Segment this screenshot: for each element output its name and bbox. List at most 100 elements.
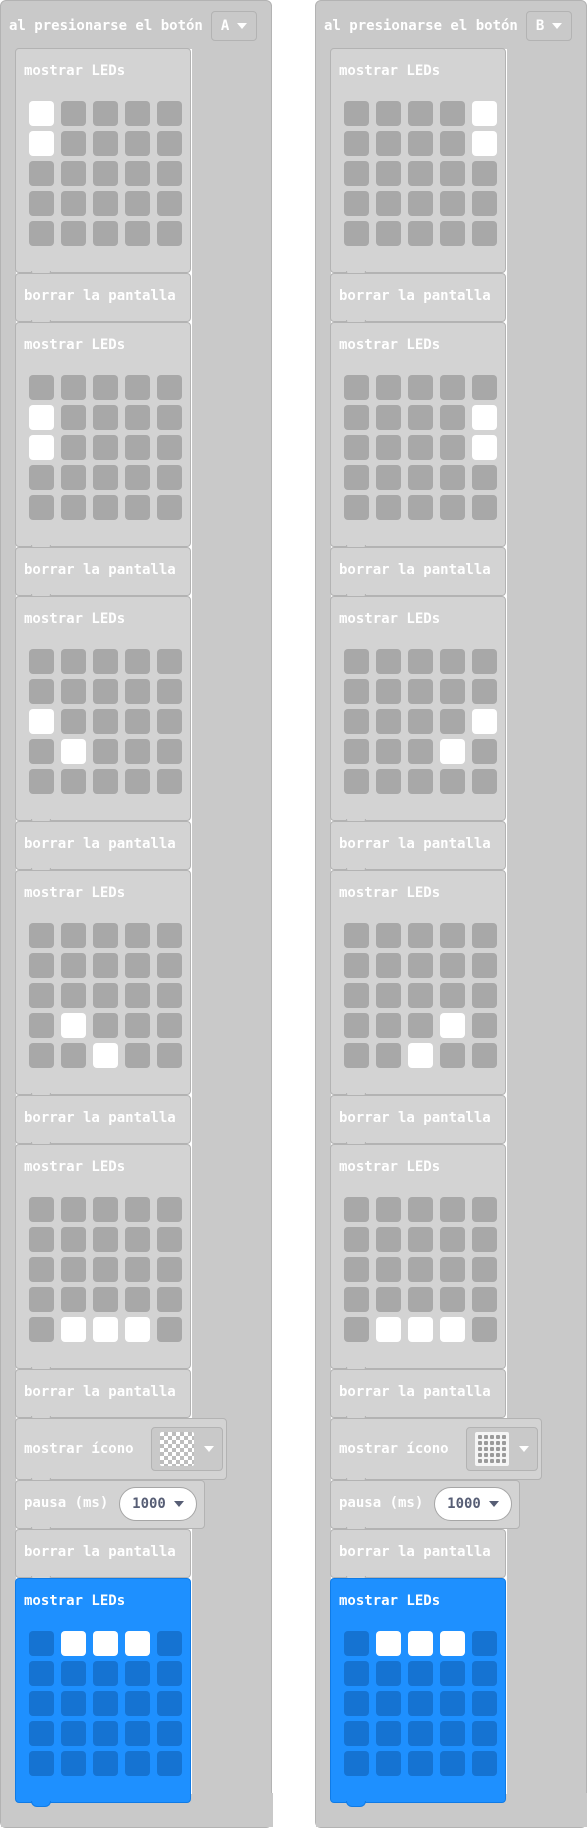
- led-off[interactable]: [157, 1043, 182, 1068]
- led-off[interactable]: [376, 679, 401, 704]
- led-off[interactable]: [344, 709, 369, 734]
- led-on[interactable]: [125, 1317, 150, 1342]
- led-off[interactable]: [376, 649, 401, 674]
- led-off[interactable]: [472, 1721, 497, 1746]
- led-off[interactable]: [344, 1013, 369, 1038]
- led-off[interactable]: [344, 405, 369, 430]
- led-off[interactable]: [29, 1631, 54, 1656]
- led-off[interactable]: [344, 679, 369, 704]
- led-off[interactable]: [472, 375, 497, 400]
- led-off[interactable]: [408, 375, 433, 400]
- led-off[interactable]: [29, 1227, 54, 1252]
- led-off[interactable]: [376, 191, 401, 216]
- led-off[interactable]: [344, 739, 369, 764]
- led-off[interactable]: [440, 923, 465, 948]
- led-off[interactable]: [29, 769, 54, 794]
- led-off[interactable]: [440, 1691, 465, 1716]
- led-off[interactable]: [472, 1257, 497, 1282]
- led-off[interactable]: [125, 769, 150, 794]
- led-off[interactable]: [344, 1287, 369, 1312]
- led-off[interactable]: [93, 923, 118, 948]
- led-off[interactable]: [29, 1691, 54, 1716]
- led-off[interactable]: [157, 1287, 182, 1312]
- led-off[interactable]: [408, 131, 433, 156]
- led-off[interactable]: [408, 495, 433, 520]
- led-off[interactable]: [344, 161, 369, 186]
- led-off[interactable]: [472, 1661, 497, 1686]
- clear-screen-block[interactable]: borrar la pantalla: [330, 1369, 506, 1422]
- led-off[interactable]: [61, 1257, 86, 1282]
- led-off[interactable]: [408, 101, 433, 126]
- led-off[interactable]: [29, 375, 54, 400]
- led-off[interactable]: [408, 709, 433, 734]
- led-off[interactable]: [408, 1197, 433, 1222]
- led-off[interactable]: [440, 679, 465, 704]
- led-off[interactable]: [125, 923, 150, 948]
- led-on[interactable]: [29, 709, 54, 734]
- led-off[interactable]: [157, 679, 182, 704]
- led-off[interactable]: [29, 1197, 54, 1222]
- led-off[interactable]: [125, 161, 150, 186]
- clear-screen-block[interactable]: borrar la pantalla: [330, 821, 506, 874]
- pause-block[interactable]: pausa (ms) 1000: [15, 1480, 205, 1533]
- led-off[interactable]: [344, 1043, 369, 1068]
- led-off[interactable]: [440, 649, 465, 674]
- led-off[interactable]: [29, 649, 54, 674]
- led-off[interactable]: [125, 953, 150, 978]
- led-on[interactable]: [376, 1317, 401, 1342]
- led-off[interactable]: [93, 1661, 118, 1686]
- clear-screen-block[interactable]: borrar la pantalla: [330, 273, 506, 326]
- led-off[interactable]: [61, 405, 86, 430]
- led-off[interactable]: [440, 405, 465, 430]
- led-on[interactable]: [93, 1631, 118, 1656]
- led-off[interactable]: [157, 495, 182, 520]
- led-off[interactable]: [440, 1287, 465, 1312]
- led-off[interactable]: [125, 1691, 150, 1716]
- led-off[interactable]: [440, 101, 465, 126]
- led-off[interactable]: [408, 1287, 433, 1312]
- led-off[interactable]: [408, 435, 433, 460]
- clear-screen-block[interactable]: borrar la pantalla: [15, 273, 191, 326]
- led-off[interactable]: [472, 1691, 497, 1716]
- led-off[interactable]: [29, 953, 54, 978]
- led-off[interactable]: [157, 1197, 182, 1222]
- led-off[interactable]: [157, 1751, 182, 1776]
- show-leds-block-active[interactable]: mostrar LEDs: [15, 1578, 191, 1807]
- led-off[interactable]: [29, 465, 54, 490]
- led-off[interactable]: [29, 1661, 54, 1686]
- led-off[interactable]: [440, 1197, 465, 1222]
- led-off[interactable]: [344, 1721, 369, 1746]
- led-off[interactable]: [29, 679, 54, 704]
- led-on[interactable]: [29, 405, 54, 430]
- led-off[interactable]: [376, 739, 401, 764]
- led-on[interactable]: [440, 1317, 465, 1342]
- led-off[interactable]: [472, 923, 497, 948]
- led-off[interactable]: [93, 1721, 118, 1746]
- led-off[interactable]: [408, 739, 433, 764]
- led-off[interactable]: [344, 1631, 369, 1656]
- led-off[interactable]: [61, 1287, 86, 1312]
- led-off[interactable]: [376, 1043, 401, 1068]
- led-on[interactable]: [408, 1043, 433, 1068]
- led-off[interactable]: [125, 405, 150, 430]
- led-off[interactable]: [376, 983, 401, 1008]
- led-off[interactable]: [376, 709, 401, 734]
- led-off[interactable]: [157, 101, 182, 126]
- led-off[interactable]: [472, 1317, 497, 1342]
- led-off[interactable]: [93, 1013, 118, 1038]
- button-dropdown[interactable]: A: [210, 11, 258, 41]
- show-leds-block-active[interactable]: mostrar LEDs: [330, 1578, 506, 1807]
- led-off[interactable]: [376, 923, 401, 948]
- led-off[interactable]: [125, 649, 150, 674]
- led-on[interactable]: [61, 739, 86, 764]
- clear-screen-block[interactable]: borrar la pantalla: [15, 547, 191, 600]
- led-off[interactable]: [61, 131, 86, 156]
- led-off[interactable]: [93, 679, 118, 704]
- led-off[interactable]: [93, 983, 118, 1008]
- led-on[interactable]: [440, 1631, 465, 1656]
- led-off[interactable]: [472, 1287, 497, 1312]
- led-off[interactable]: [157, 983, 182, 1008]
- led-off[interactable]: [472, 1197, 497, 1222]
- led-off[interactable]: [61, 1197, 86, 1222]
- led-off[interactable]: [125, 709, 150, 734]
